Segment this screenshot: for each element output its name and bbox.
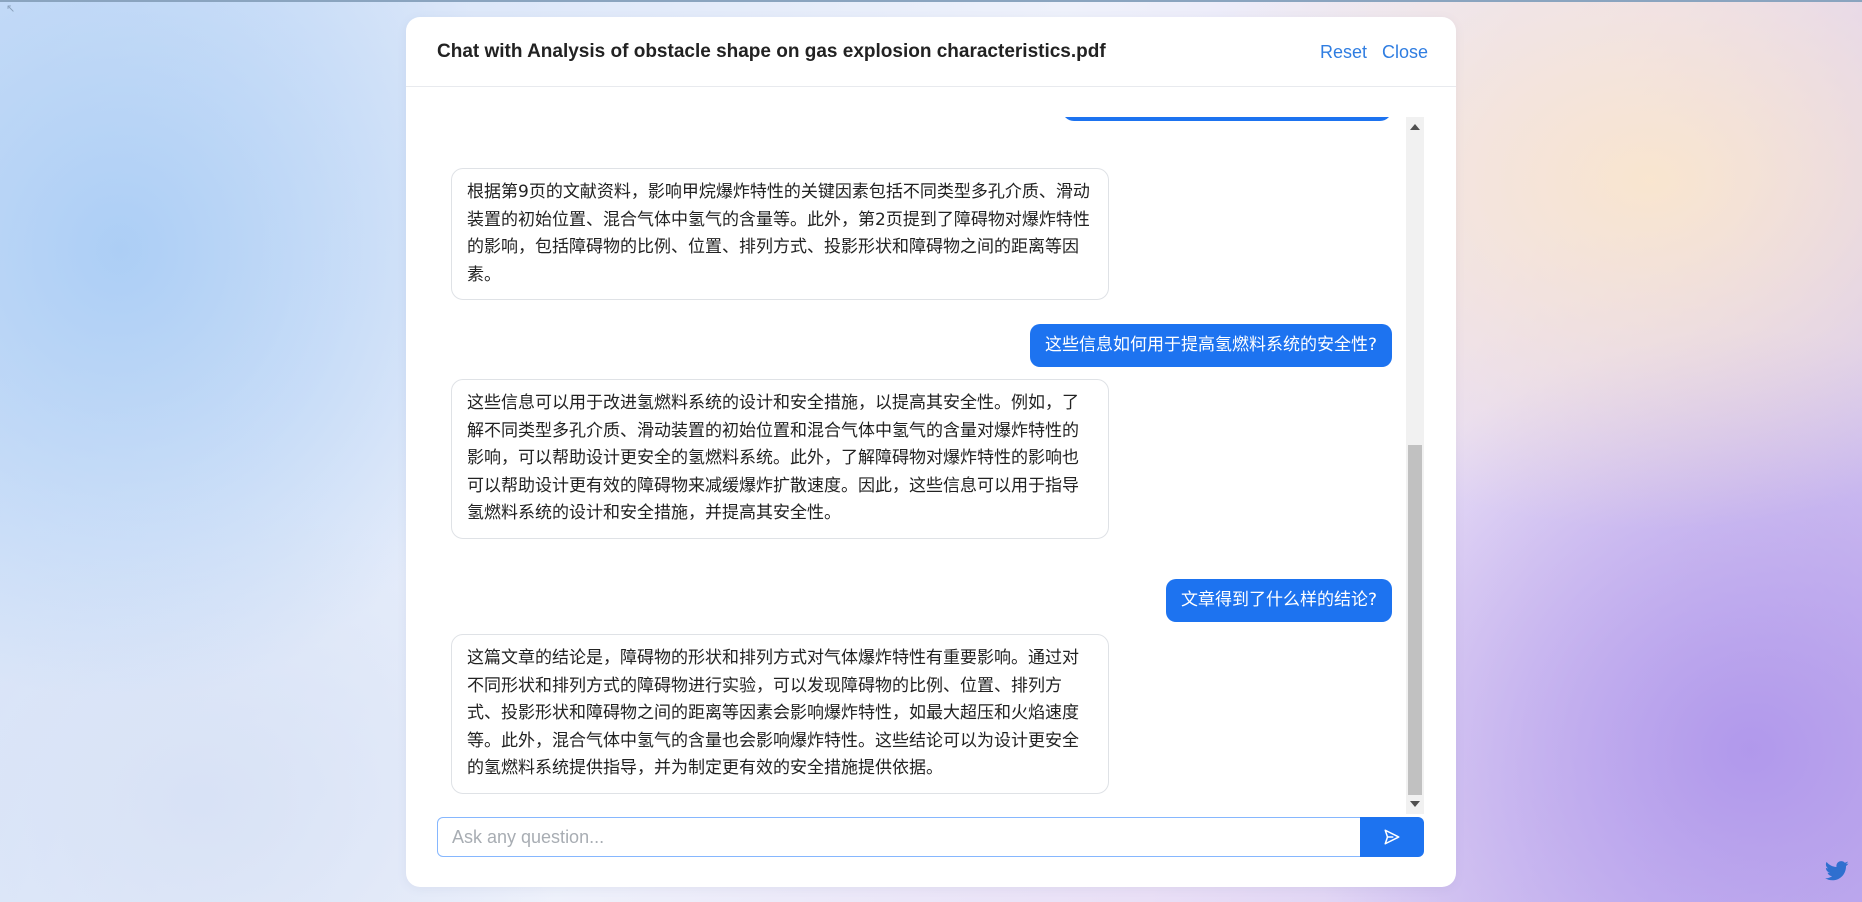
assistant-message: 这篇文章的结论是，障碍物的形状和排列方式对气体爆炸特性有重要影响。通过对不同形状… (451, 634, 1109, 794)
assistant-message: 根据第9页的文献资料，影响甲烷爆炸特性的关键因素包括不同类型多孔介质、滑动装置的… (451, 168, 1109, 300)
close-button[interactable]: Close (1382, 42, 1428, 63)
modal-title: Chat with Analysis of obstacle shape on … (437, 41, 1106, 62)
reset-button[interactable]: Reset (1320, 42, 1367, 63)
send-button[interactable] (1360, 817, 1424, 857)
window-top-border (0, 0, 1862, 2)
twitter-icon[interactable] (1825, 861, 1849, 881)
modal-header: Chat with Analysis of obstacle shape on … (406, 17, 1456, 87)
previous-user-message (1062, 117, 1392, 121)
corner-arrow-icon: ↖ (6, 2, 16, 15)
chat-scrollbar[interactable] (1406, 117, 1424, 814)
chat-modal: Chat with Analysis of obstacle shape on … (406, 17, 1456, 887)
chat-messages[interactable]: 根据第9页的文献资料，影响甲烷爆炸特性的关键因素包括不同类型多孔介质、滑动装置的… (437, 117, 1406, 814)
user-message: 文章得到了什么样的结论? (1165, 579, 1392, 622)
assistant-message: 这些信息可以用于改进氢燃料系统的设计和安全措施，以提高其安全性。例如，了解不同类… (451, 379, 1109, 539)
scroll-down-icon[interactable] (1410, 801, 1420, 807)
user-message: 这些信息如何用于提高氢燃料系统的安全性? (1029, 324, 1392, 367)
scrollbar-thumb[interactable] (1408, 445, 1422, 795)
send-icon (1384, 829, 1400, 845)
question-input[interactable] (437, 817, 1361, 857)
question-form (437, 817, 1424, 857)
scroll-up-icon[interactable] (1410, 124, 1420, 130)
